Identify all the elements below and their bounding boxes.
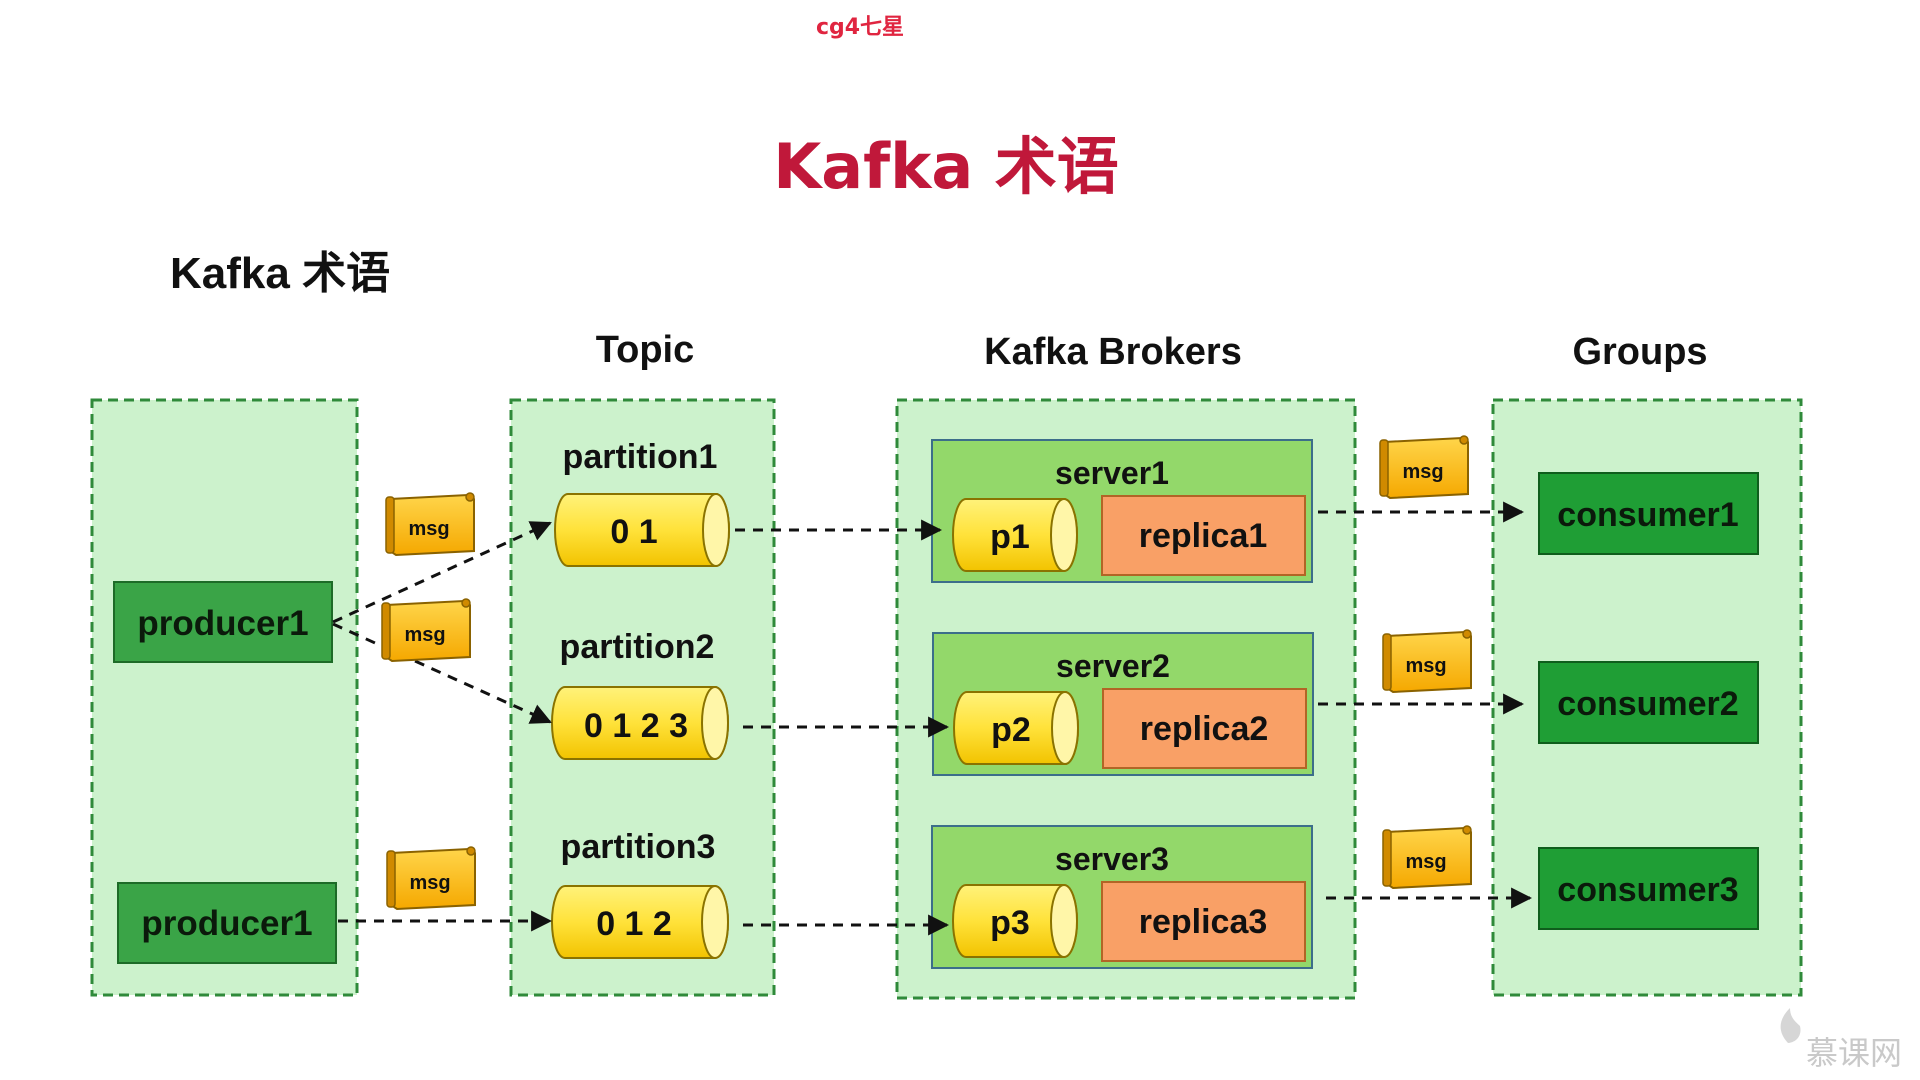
- kafka-diagram: cg4七星 Kafka 术语 Kafka 术语 Topic Kafka Brok…: [90, 15, 1902, 1072]
- msg-label: msg: [408, 518, 449, 540]
- producer-box: producer1: [117, 882, 337, 964]
- replica-label: replica1: [1139, 517, 1268, 555]
- server-label: server3: [1055, 841, 1169, 877]
- consumer-label: consumer1: [1557, 496, 1738, 534]
- consumer-box: consumer1: [1538, 472, 1759, 555]
- server-label: server1: [1055, 455, 1169, 491]
- producer-label: producer1: [141, 904, 312, 943]
- msg-tag: msg: [1382, 825, 1472, 890]
- producer-label: producer1: [137, 604, 308, 643]
- msg-tag: msg: [381, 598, 471, 663]
- server-label: server2: [1056, 648, 1170, 684]
- header-groups: Groups: [1572, 331, 1707, 373]
- watermark-text: cg4七星: [816, 15, 904, 40]
- partition-cylinder: 0 1 2: [551, 885, 729, 959]
- msg-tag: msg: [385, 492, 475, 557]
- msg-label: msg: [1405, 655, 1446, 677]
- consumer-box: consumer2: [1538, 661, 1759, 744]
- brand-text: 慕课网: [1806, 1034, 1902, 1072]
- msg-label: msg: [409, 872, 450, 894]
- msg-tag: msg: [1379, 435, 1469, 500]
- header-kafka-brokers: Kafka Brokers: [984, 331, 1242, 373]
- header-topic: Topic: [596, 329, 695, 371]
- main-title: Kafka 术语: [773, 130, 1119, 203]
- partition-label: partition2: [560, 628, 715, 666]
- server-box: server3 p3 replica3: [931, 825, 1313, 969]
- msg-label: msg: [1402, 461, 1443, 483]
- section-title: Kafka 术语: [170, 249, 390, 298]
- replica-label: replica3: [1139, 903, 1268, 941]
- server-box: server2 p2 replica2: [932, 632, 1314, 776]
- consumer-label: consumer3: [1557, 871, 1738, 909]
- partition-label: partition1: [563, 438, 718, 476]
- server-partition-label: p2: [991, 711, 1031, 749]
- msg-tag: msg: [386, 846, 476, 911]
- partition-label: partition3: [561, 828, 716, 866]
- partition-cylinder: 0 1 2 3: [551, 686, 729, 760]
- producer-box: producer1: [113, 581, 333, 663]
- partition-cylinder: 0 1: [554, 493, 730, 567]
- consumer-box: consumer3: [1538, 847, 1759, 930]
- partition-offsets: 0 1 2 3: [584, 707, 688, 745]
- brand-watermark: 慕课网: [1780, 1008, 1902, 1072]
- msg-tag: msg: [1382, 629, 1472, 694]
- replica-label: replica2: [1140, 710, 1269, 748]
- partition-offsets: 0 1: [610, 513, 657, 551]
- partition-offsets: 0 1 2: [596, 905, 672, 943]
- msg-label: msg: [1405, 851, 1446, 873]
- server-box: server1 p1 replica1: [931, 439, 1313, 583]
- server-partition-label: p1: [990, 518, 1030, 556]
- msg-label: msg: [404, 624, 445, 646]
- kafka-terms-slide: cg4七星 Kafka 术语 Kafka 术语 Topic Kafka Brok…: [0, 0, 1920, 1080]
- flame-icon: [1780, 1008, 1801, 1043]
- consumer-label: consumer2: [1557, 685, 1738, 723]
- server-partition-label: p3: [990, 904, 1030, 942]
